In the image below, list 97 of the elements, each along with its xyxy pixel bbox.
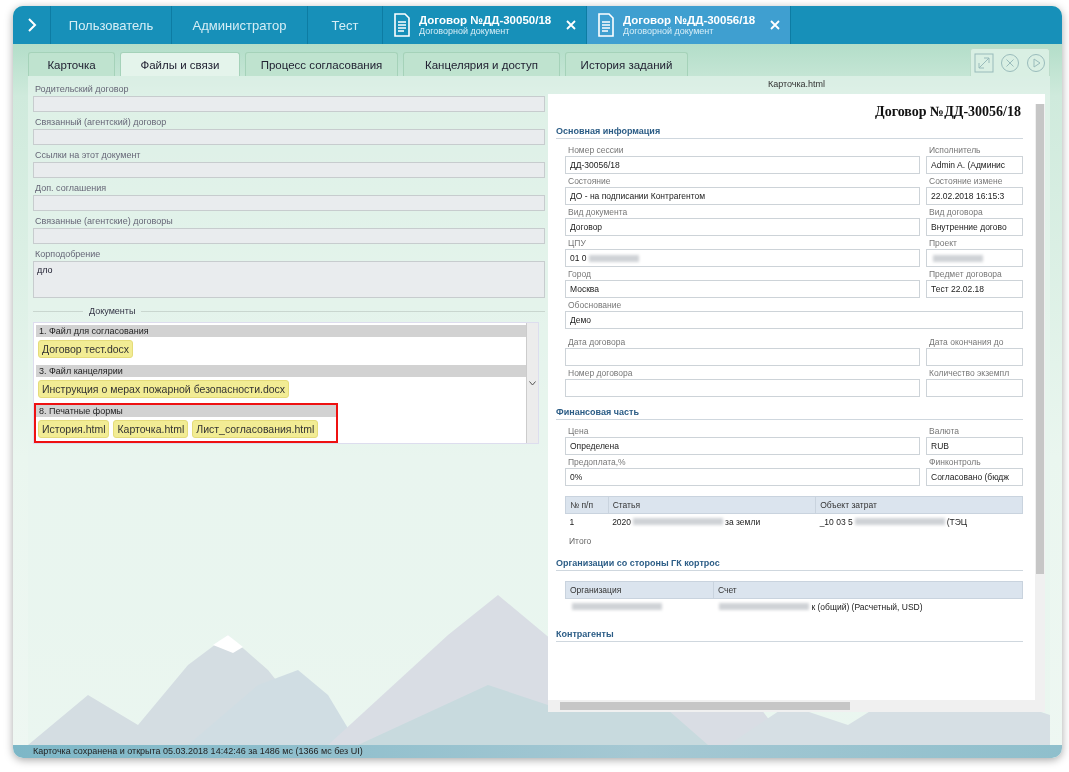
field-label: Корподобрение xyxy=(35,249,102,259)
section-title: Документы xyxy=(89,306,136,316)
tab[interactable]: История заданий xyxy=(565,52,688,76)
document-title: Договор №ДД-30056/18 xyxy=(623,14,757,26)
tab[interactable]: Канцелярия и доступ xyxy=(403,52,560,76)
field-label: Город xyxy=(568,269,592,279)
field-label: Состояние xyxy=(568,176,612,186)
file-link[interactable]: Договор тест.docx xyxy=(38,340,134,358)
column-header: Счет xyxy=(713,581,1023,599)
document-title: Договор №ДД-30050/18 xyxy=(419,14,553,26)
field-label: Вид договора xyxy=(929,207,984,217)
field-label: Состояние измене xyxy=(929,176,1004,186)
section-header: Контрагенты xyxy=(556,629,1023,642)
field-label: Дата окончания до xyxy=(929,337,1005,347)
cell-text: 2020 xyxy=(612,517,632,527)
field-label: Проект xyxy=(929,238,958,248)
column-header: Объект затрат xyxy=(815,496,1023,514)
column-header: Организация xyxy=(565,581,714,599)
field-label: Связанный (агентский) договор xyxy=(35,117,168,127)
group-header: 3. Файл канцелярии xyxy=(36,365,526,377)
text-area[interactable]: дло xyxy=(33,261,545,298)
text-field[interactable] xyxy=(33,96,545,112)
text-field[interactable] xyxy=(926,348,1023,366)
document-icon xyxy=(393,13,411,37)
column-header: Статья xyxy=(608,496,816,514)
section-header: Финансовая часть xyxy=(556,407,1023,420)
text-field[interactable]: RUB xyxy=(926,437,1023,455)
field-label: Доп. соглашения xyxy=(35,183,108,193)
file-link[interactable]: Инструкция о мерах пожарной безопасности.docx xyxy=(38,380,290,398)
field-label: Предоплата,% xyxy=(568,457,627,467)
close-icon[interactable] xyxy=(1000,52,1020,73)
field-label: Финконтроль xyxy=(929,457,982,467)
text-field[interactable]: Москва xyxy=(565,280,920,298)
cell-text: 1 xyxy=(569,517,575,527)
field-label: Предмет договора xyxy=(929,269,1003,279)
text-field[interactable]: 0% xyxy=(565,468,920,486)
text-field[interactable] xyxy=(565,379,920,397)
cell-text: _10 03 5 xyxy=(819,517,853,527)
scrollbar[interactable] xyxy=(526,323,538,443)
group-header: 1. Файл для согласования xyxy=(36,325,526,337)
text-field[interactable]: Определена xyxy=(565,437,920,455)
play-icon[interactable] xyxy=(1026,52,1046,73)
field-label: Номер сессии xyxy=(568,145,625,155)
text-field[interactable] xyxy=(33,162,545,178)
document-type: Договорной документ xyxy=(419,26,511,36)
document-icon xyxy=(597,13,615,37)
text-field[interactable]: Admin A. (Админис xyxy=(926,156,1023,174)
file-link[interactable]: Лист_согласования.html xyxy=(192,420,319,438)
field-label: Цена xyxy=(568,426,590,436)
text-field[interactable] xyxy=(565,348,920,366)
text-field[interactable]: 22.02.2018 16:15:3 xyxy=(926,187,1023,205)
tab[interactable]: Файлы и связи xyxy=(120,52,240,76)
status-text: Карточка сохранена и открыта 05.03.2018 14:42:46 за 1486 мс (1366 мс без UI) xyxy=(13,745,1062,758)
section-header: Основная информация xyxy=(556,126,1023,139)
field-label: ЦПУ xyxy=(568,238,587,248)
file-link[interactable]: Карточка.html xyxy=(113,420,189,438)
scrollbar[interactable] xyxy=(1035,104,1045,700)
text-field[interactable] xyxy=(926,379,1023,397)
field-label: Обоснование xyxy=(568,300,623,310)
text-field[interactable]: ДО - на подписании Контрагентом xyxy=(565,187,920,205)
chevron-icon xyxy=(26,17,37,33)
preview-file-name: Карточка.html xyxy=(766,78,827,91)
text-field[interactable]: Демо xyxy=(565,311,1023,329)
section-header: Организации со стороны ГК кортрос xyxy=(556,558,1023,571)
text-field[interactable]: ДД-30056/18 xyxy=(565,156,920,174)
text-field[interactable] xyxy=(926,249,1023,267)
file-link[interactable]: История.html xyxy=(38,420,110,438)
cell-text: за земли xyxy=(725,517,761,527)
text-field[interactable]: Тест 22.02.18 xyxy=(926,280,1023,298)
field-label: Номер договора xyxy=(568,368,634,378)
field-label: Родительский договор xyxy=(35,84,130,94)
document-type: Договорной документ xyxy=(623,26,715,36)
text-field[interactable]: Внутренние догово xyxy=(926,218,1023,236)
document-heading: Договор №ДД-30056/18 xyxy=(874,104,1021,120)
group-header: 8. Печатные формы xyxy=(36,405,336,417)
text-field[interactable]: 01 0 xyxy=(565,249,920,267)
field-label: Связанные (агентские) договоры xyxy=(35,216,174,226)
field-label: Вид документа xyxy=(568,207,629,217)
text-field[interactable]: Согласовано (бюдж xyxy=(926,468,1023,486)
tab[interactable]: Карточка xyxy=(28,52,115,76)
chevron-down-icon xyxy=(529,380,536,386)
cell-text: (ТЭЦ xyxy=(946,517,968,527)
text-field[interactable] xyxy=(33,195,545,211)
field-label: Исполнитель xyxy=(929,145,982,155)
field-label: Количество экземпл xyxy=(929,368,1011,378)
field-label: Валюта xyxy=(929,426,961,436)
scrollbar[interactable] xyxy=(548,700,1045,712)
field-label: Ссылки на этот документ xyxy=(35,150,142,160)
tab[interactable]: Процесс согласования xyxy=(245,52,398,76)
cell-text: к (общий) (Расчетный, USD) xyxy=(811,602,923,612)
text-field[interactable] xyxy=(33,228,545,244)
total-label: Итого xyxy=(568,535,593,548)
column-header: № п/п xyxy=(565,496,609,514)
field-label: Дата договора xyxy=(568,337,627,347)
text-field[interactable]: Договор xyxy=(565,218,920,236)
maximize-icon[interactable] xyxy=(974,52,994,73)
text-field[interactable] xyxy=(33,129,545,145)
